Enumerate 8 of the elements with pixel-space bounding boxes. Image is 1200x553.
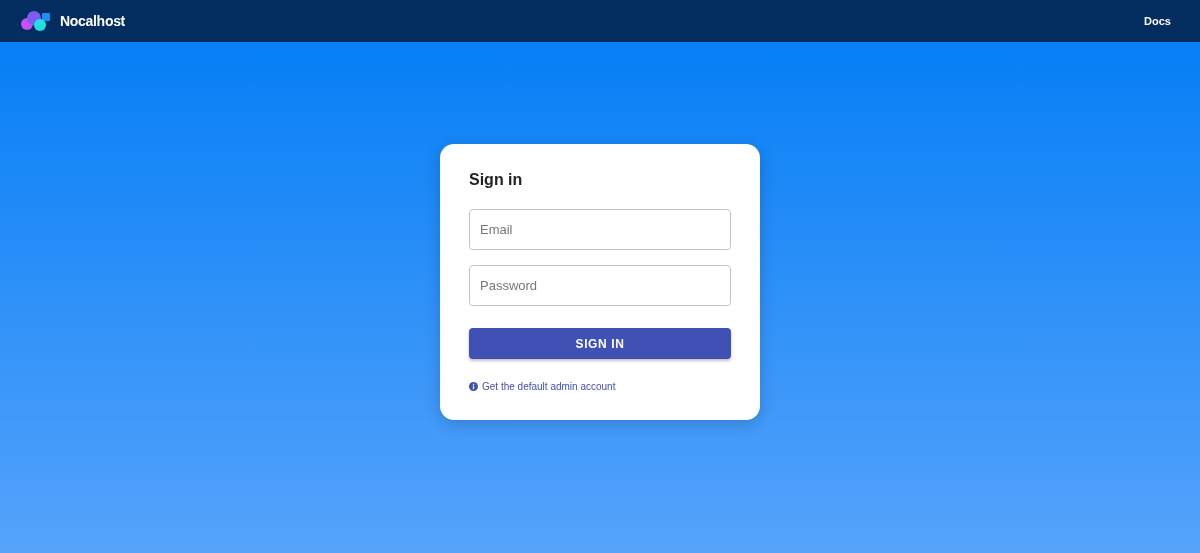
nav-link[interactable]: Docs — [1144, 15, 1171, 27]
brand-name: Nocalhost — [60, 13, 125, 29]
info-icon — [469, 382, 478, 391]
input-field[interactable]: Password — [469, 265, 731, 306]
help-link[interactable]: Get the default admin account — [482, 381, 616, 392]
input-field[interactable]: Email — [469, 209, 731, 250]
sign-in-button[interactable]: SIGN IN — [469, 328, 731, 359]
card-title: Sign in — [469, 171, 524, 189]
